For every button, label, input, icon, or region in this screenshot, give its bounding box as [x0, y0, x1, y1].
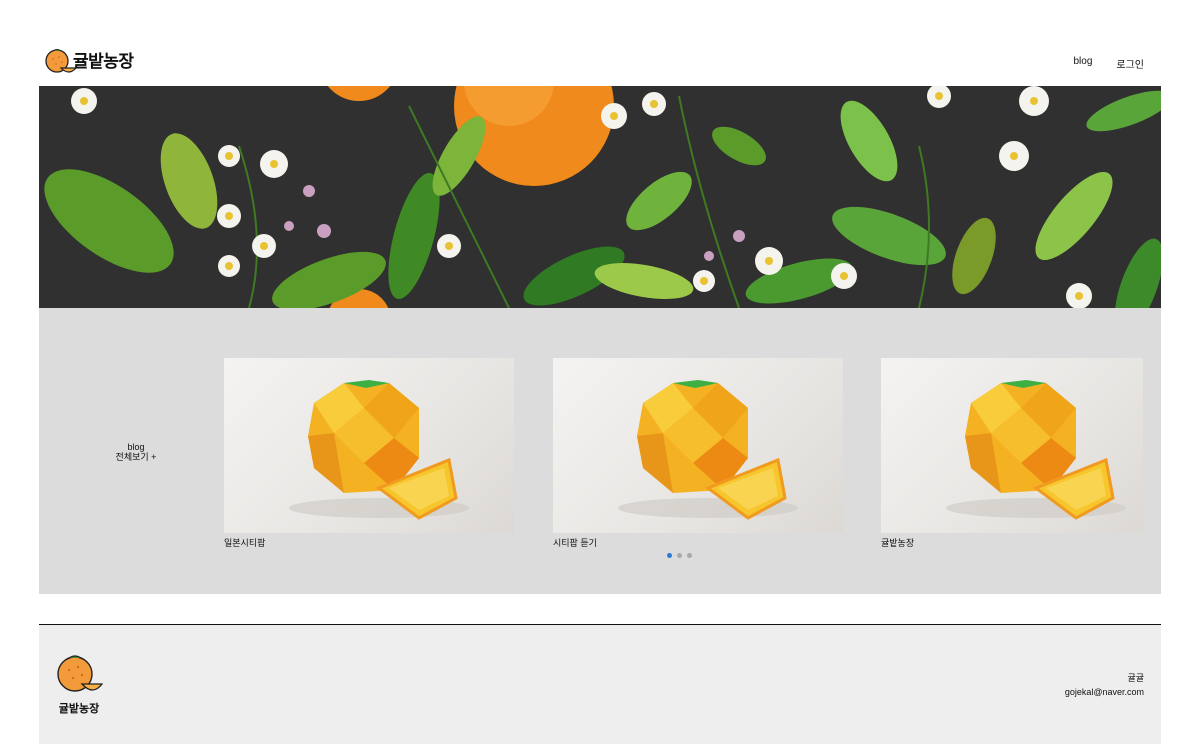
blog-card[interactable]: 일본시티팝	[224, 358, 514, 549]
tangerine-logo-icon	[45, 49, 77, 73]
blog-card-title[interactable]: 귤밭농장	[881, 536, 1143, 549]
site-logo[interactable]: 귤밭농장	[43, 46, 134, 78]
pagination-dot-1[interactable]	[667, 553, 672, 558]
nav-blog-link[interactable]: blog	[1073, 56, 1092, 71]
view-all-link[interactable]: 전체보기 +	[115, 452, 157, 462]
site-header: 귤밭농장 blog 로그인	[39, 40, 1161, 86]
tangerine-logo-icon	[57, 655, 104, 692]
blog-section-title[interactable]: blog	[115, 442, 157, 452]
blog-card-image[interactable]	[553, 358, 843, 533]
site-logo-text: 귤밭농장	[73, 51, 134, 72]
footer-email[interactable]: gojekal@naver.com	[1065, 685, 1144, 699]
orange-illustration-icon	[946, 380, 1126, 520]
footer-contact: 귤귤 gojekal@naver.com	[1065, 671, 1144, 699]
blog-card[interactable]: 시티팝 듣기	[553, 358, 843, 549]
blog-card-image[interactable]	[224, 358, 514, 533]
blog-card-title[interactable]: 시티팝 듣기	[553, 536, 843, 549]
blog-card[interactable]: 귤밭농장	[881, 358, 1143, 549]
nav-login-link[interactable]: 로그인	[1116, 56, 1144, 71]
blog-card-title[interactable]: 일본시티팝	[224, 536, 514, 549]
blog-view-all: blog 전체보기 +	[115, 442, 157, 462]
footer-logo[interactable]: 귤밭농장	[55, 653, 104, 716]
site-footer: 귤밭농장 귤귤 gojekal@naver.com	[39, 625, 1161, 744]
carousel-pagination	[667, 553, 692, 558]
orange-illustration-icon	[289, 380, 469, 520]
orange-blossom-banner-image	[39, 86, 1161, 308]
pagination-dot-2[interactable]	[677, 553, 682, 558]
footer-owner-name: 귤귤	[1127, 673, 1144, 683]
footer-logo-text: 귤밭농장	[58, 702, 100, 715]
blog-section: blog 전체보기 + 일본시티팝 시티팝 듣기 귤밭농장	[39, 308, 1161, 594]
hero-banner	[39, 86, 1161, 308]
top-nav: blog 로그인	[1073, 56, 1144, 71]
pagination-dot-3[interactable]	[687, 553, 692, 558]
blog-card-image[interactable]	[881, 358, 1143, 533]
orange-illustration-icon	[618, 380, 798, 520]
